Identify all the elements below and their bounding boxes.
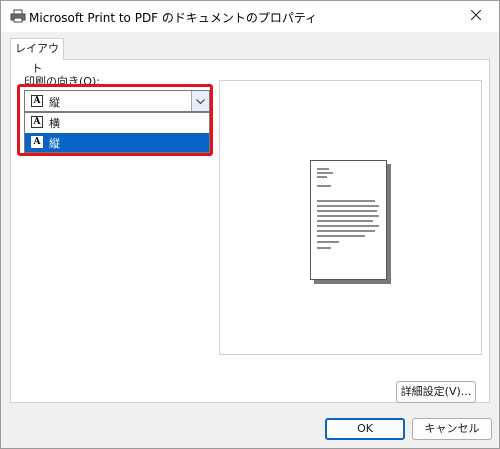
title-bar: Microsoft Print to PDF のドキュメントのプロパティ <box>1 1 499 32</box>
cancel-button[interactable]: キャンセル <box>412 418 492 440</box>
text-line <box>317 241 339 243</box>
text-line <box>317 185 331 187</box>
text-line <box>317 172 333 174</box>
portrait-page-preview <box>310 160 387 280</box>
text-line <box>317 225 379 227</box>
text-line <box>317 215 379 217</box>
close-icon <box>470 9 482 23</box>
ok-button[interactable]: OK <box>325 418 405 440</box>
tab-layout[interactable]: レイアウト <box>10 38 64 75</box>
text-line <box>317 205 379 207</box>
printer-icon <box>10 9 26 23</box>
text-line <box>317 210 377 212</box>
close-button[interactable] <box>453 1 499 32</box>
advanced-settings-button[interactable]: 詳細設定(V)... <box>396 381 476 403</box>
text-line <box>317 247 331 249</box>
text-line <box>317 235 365 237</box>
window-title: Microsoft Print to PDF のドキュメントのプロパティ <box>29 11 318 25</box>
properties-dialog: Microsoft Print to PDF のドキュメントのプロパティ レイア… <box>0 0 500 449</box>
text-line <box>317 176 327 178</box>
text-line <box>317 220 373 222</box>
text-line <box>317 200 375 202</box>
text-line <box>317 168 329 170</box>
text-line <box>317 230 375 232</box>
annotation-highlight-box <box>17 84 213 156</box>
